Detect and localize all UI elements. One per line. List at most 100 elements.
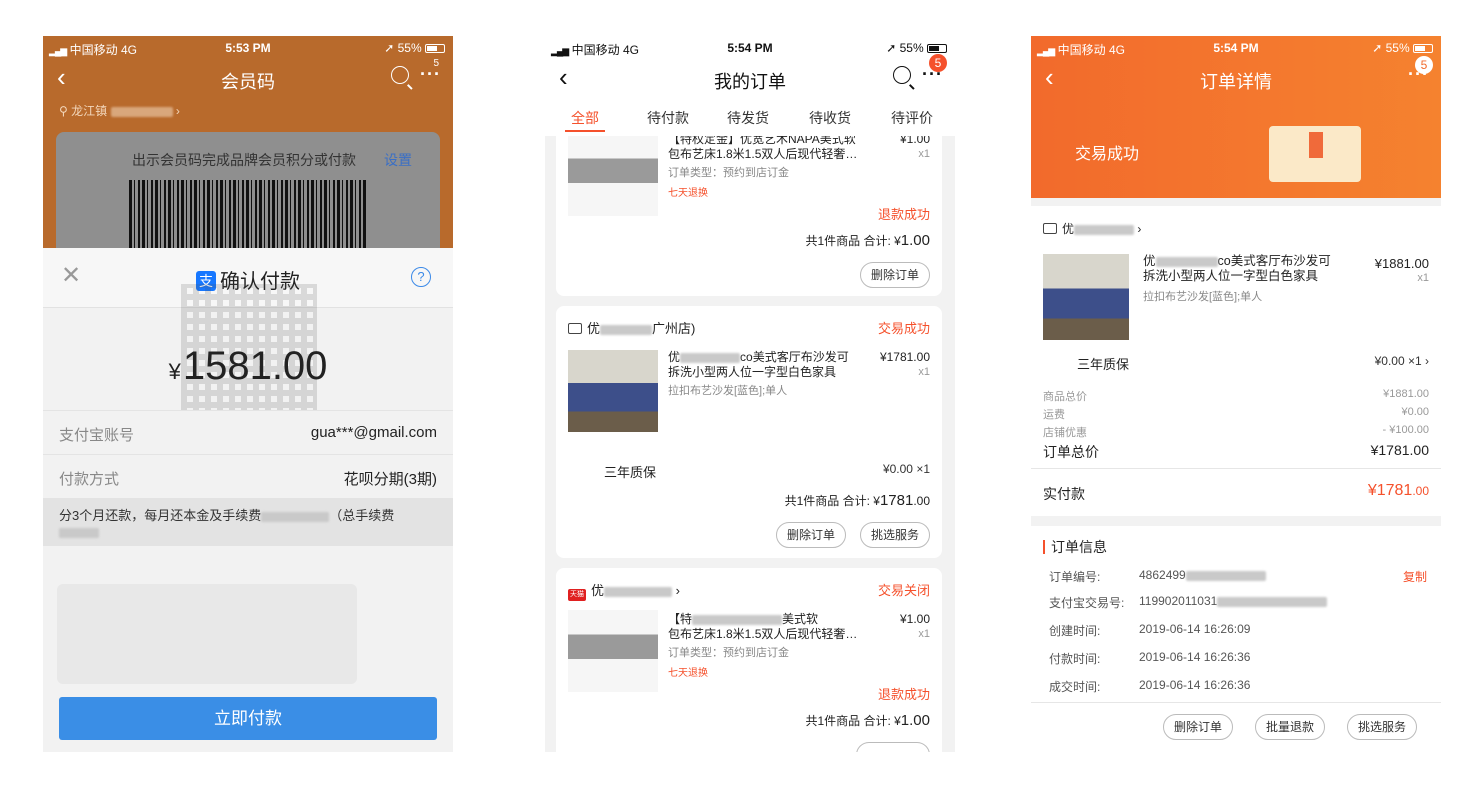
created-time-label: 创建时间: <box>1049 624 1101 638</box>
warranty-price[interactable]: ¥0.00 ×1 › <box>1375 354 1429 368</box>
status-bar: ▂▄▆ 中国移动 4G 5:53 PM ➚ 55% <box>43 36 453 60</box>
badge-count: 5 <box>433 58 439 69</box>
barcode <box>129 180 367 250</box>
tmall-icon: 天猫 <box>568 589 586 601</box>
payment-amount: ¥1581.00 <box>168 344 328 388</box>
subtotal-value: ¥1881.00 <box>1383 388 1429 400</box>
product-price: ¥1781.00 <box>879 350 930 364</box>
ghost-card <box>57 584 357 684</box>
product-name[interactable]: 优 co美式客厅布沙发可拆洗小型两人位一字型白色家具 <box>668 350 858 380</box>
product-thumbnail[interactable] <box>568 136 658 216</box>
order-total-label: 订单总价 <box>1043 444 1099 460</box>
warranty-item: 三年质保 <box>1077 357 1130 372</box>
notification-badge: 5 <box>1415 56 1433 74</box>
battery-info: ➚ 55% <box>384 41 445 55</box>
battery-icon <box>1413 44 1433 54</box>
product-price: ¥1.00 <box>899 136 930 146</box>
discount-value: - ¥100.00 <box>1382 424 1429 436</box>
order-tabs: 全部 待付款 待发货 待收货 待评价 <box>545 108 955 134</box>
product-quantity: x1 <box>918 366 930 378</box>
order-detail-card: 优 › 优 co美式客厅布沙发可拆洗小型两人位一字型白色家具 ¥1881.00 x… <box>1031 206 1441 516</box>
transaction-status: 交易成功 <box>1075 146 1140 163</box>
order-card[interactable]: 天猫优 › 交易关闭 【特 美式软 包布艺床1.8米1.5双人后现代轻奢… ¥1.0… <box>556 568 942 752</box>
method-value: 花呗分期(3期) <box>343 471 437 488</box>
store-location[interactable]: ⚲ 龙江镇 › <box>59 102 180 119</box>
shipping-value: ¥0.00 <box>1401 406 1429 418</box>
settings-link[interactable]: 设置 <box>384 150 412 170</box>
tab-pending-review[interactable]: 待评价 <box>891 108 933 128</box>
delete-order-button[interactable]: 删除订单 <box>859 262 930 288</box>
search-icon[interactable] <box>391 66 409 84</box>
search-icon[interactable] <box>893 66 911 84</box>
notification-badge: 5 <box>929 54 947 72</box>
product-spec: 拉扣布艺沙发[蓝色];单人 <box>1143 291 1263 303</box>
order-status: 交易成功 <box>877 321 930 336</box>
deal-time-value: 2019-06-14 16:26:36 <box>1139 678 1251 692</box>
location-arrow-icon: ➚ <box>1372 41 1383 55</box>
product-name[interactable]: 【特权定金】优宽艺术NAPA美式软包布艺床1.8米1.5双人后现代轻奢… <box>668 136 858 162</box>
alipay-trade-value: 119902011031 <box>1139 594 1328 608</box>
pay-now-button[interactable]: 立即付款 <box>59 697 437 740</box>
member-code-hint: 出示会员码完成品牌会员积分或付款 <box>132 152 356 168</box>
account-value: gua***@gmail.com <box>310 424 437 441</box>
battery-info: ➚ 55% <box>886 41 947 55</box>
created-time-value: 2019-06-14 16:26:09 <box>1139 622 1251 636</box>
discount-label: 店铺优惠 <box>1043 427 1087 439</box>
paid-time-value: 2019-06-14 16:26:36 <box>1139 650 1251 664</box>
tab-pending-payment[interactable]: 待付款 <box>647 108 689 128</box>
product-quantity: x1 <box>918 628 930 640</box>
paid-value: ¥1781.00 <box>1367 482 1429 499</box>
refund-status: 退款成功 <box>877 687 930 702</box>
order-summary: 共1件商品 合计: ¥1.00 <box>805 232 930 249</box>
nav-bar: ‹ 我的订单 ··· 5 <box>545 54 955 100</box>
deal-time-label: 成交时间: <box>1049 680 1101 694</box>
screen-my-orders: ▂▄▆ 中国移动 4G 5:54 PM ➚ 55% ‹ 我的订单 ··· 5 全… <box>545 36 955 752</box>
partial-button[interactable] <box>856 742 930 752</box>
tab-pending-receipt[interactable]: 待收货 <box>809 108 851 128</box>
order-card[interactable]: 优广州店) 交易成功 优 co美式客厅布沙发可拆洗小型两人位一字型白色家具 ¥17… <box>556 306 942 558</box>
select-service-button[interactable]: 挑选服务 <box>859 522 930 548</box>
gift-box-illustration <box>1269 126 1361 182</box>
product-thumbnail[interactable] <box>1043 254 1129 340</box>
status-bar: ▂▄▆ 中国移动 4G 5:54 PM ➚ 55% <box>545 36 955 60</box>
paid-time-label: 付款时间: <box>1049 652 1101 666</box>
return-tag: 七天退换 <box>668 668 708 679</box>
tab-all[interactable]: 全部 <box>571 108 599 128</box>
product-name[interactable]: 优 co美式客厅布沙发可拆洗小型两人位一字型白色家具 <box>1143 254 1343 284</box>
order-info-card: 订单信息 订单编号: 4862499 复制 支付宝交易号: 1199020110… <box>1031 526 1441 752</box>
help-icon[interactable]: ? <box>411 267 431 287</box>
copy-button[interactable]: 复制 <box>1403 568 1427 585</box>
shop-name[interactable]: 优 › <box>1043 220 1141 237</box>
shipping-label: 运费 <box>1043 409 1065 421</box>
installment-note: 分3个月还款，每月还本金及手续费 （总手续费 <box>43 498 453 546</box>
return-tag: 七天退换 <box>668 188 708 199</box>
product-name[interactable]: 【特 美式软 包布艺床1.8米1.5双人后现代轻奢… <box>668 612 858 642</box>
order-card[interactable]: 【特权定金】优宽艺术NAPA美式软包布艺床1.8米1.5双人后现代轻奢… ¥1.… <box>556 136 942 296</box>
account-row: 支付宝账号 gua***@gmail.com <box>43 410 453 454</box>
divider <box>1031 702 1441 703</box>
batch-refund-button[interactable]: 批量退款 <box>1255 714 1326 740</box>
product-thumbnail[interactable] <box>568 350 658 432</box>
tab-pending-shipment[interactable]: 待发货 <box>727 108 769 128</box>
warranty-price: ¥0.00 ×1 <box>882 462 930 476</box>
product-price: ¥1.00 <box>899 612 930 626</box>
delete-order-button[interactable]: 删除订单 <box>1163 714 1234 740</box>
order-summary: 共1件商品 合计: ¥1781.00 <box>784 492 930 509</box>
battery-info: ➚ 55% <box>1372 41 1433 55</box>
battery-icon <box>425 44 445 54</box>
location-pin-icon: ⚲ <box>59 104 68 118</box>
order-info-title: 订单信息 <box>1043 540 1107 554</box>
shop-name[interactable]: 天猫优 › <box>568 580 680 601</box>
order-summary: 共1件商品 合计: ¥1.00 <box>805 712 930 729</box>
method-label: 付款方式 <box>59 471 120 488</box>
delete-order-button[interactable]: 删除订单 <box>775 522 846 548</box>
payment-method-row[interactable]: 付款方式 花呗分期(3期) <box>43 454 453 498</box>
subtotal-label: 商品总价 <box>1043 391 1087 403</box>
select-service-button[interactable]: 挑选服务 <box>1347 714 1418 740</box>
product-thumbnail[interactable] <box>568 610 658 692</box>
background-content <box>43 546 453 696</box>
shop-name[interactable]: 优广州店) <box>568 318 695 337</box>
active-tab-indicator <box>565 130 605 132</box>
page-title: 订单详情 <box>1200 72 1272 92</box>
screen-order-detail: ▂▄▆ 中国移动 4G 5:54 PM ➚ 55% ‹ 订单详情 ··· 5 交… <box>1031 36 1441 752</box>
